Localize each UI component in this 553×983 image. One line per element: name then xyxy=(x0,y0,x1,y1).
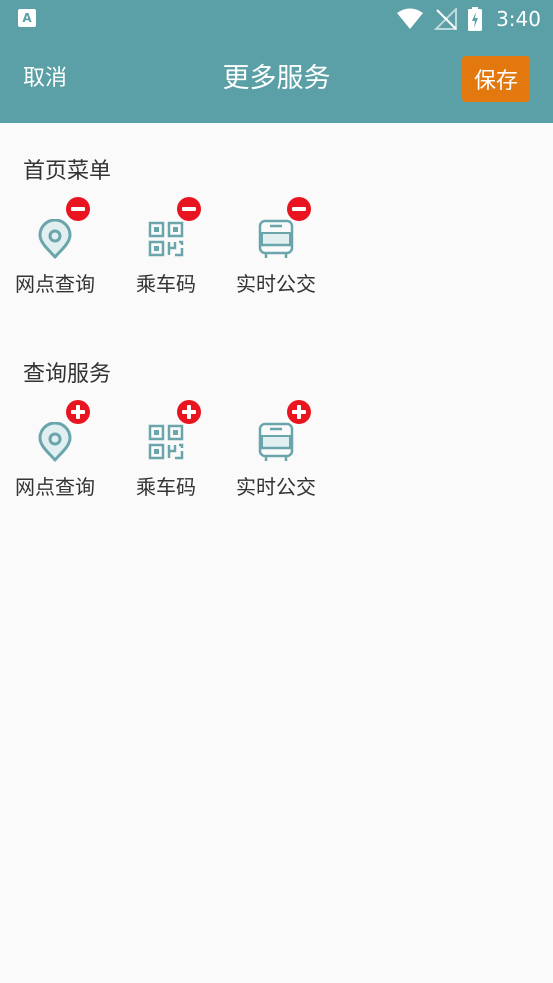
section-title: 查询服务 xyxy=(23,362,112,387)
query-item-realtime-bus[interactable]: 实时公交 xyxy=(221,400,331,510)
item-label: 网点查询 xyxy=(15,272,95,296)
home-menu-item-ride-code[interactable]: 乘车码 xyxy=(111,197,221,307)
status-bar: A 3:40 xyxy=(0,0,553,38)
query-item-outlet-query[interactable]: 网点查询 xyxy=(0,400,110,510)
app-bar: 取消 更多服务 保存 xyxy=(0,38,553,123)
item-label: 实时公交 xyxy=(236,272,316,296)
save-button[interactable]: 保存 xyxy=(462,56,530,102)
home-menu-section: 首页菜单 网点查询 乘车码 实时公交 xyxy=(0,157,553,317)
bus-icon xyxy=(258,422,294,461)
item-label: 网点查询 xyxy=(15,475,95,499)
location-pin-icon xyxy=(38,219,72,259)
section-title: 首页菜单 xyxy=(23,159,112,184)
remove-badge-icon[interactable] xyxy=(177,197,201,221)
query-services-grid: 网点查询 乘车码 实时公交 xyxy=(0,400,553,510)
item-label: 乘车码 xyxy=(136,272,196,296)
add-badge-icon[interactable] xyxy=(287,400,311,424)
home-menu-item-outlet-query[interactable]: 网点查询 xyxy=(0,197,110,307)
status-time: 3:40 xyxy=(496,7,541,31)
status-right: 3:40 xyxy=(396,0,541,38)
remove-badge-icon[interactable] xyxy=(287,197,311,221)
query-item-ride-code[interactable]: 乘车码 xyxy=(111,400,221,510)
app-notification-icon: A xyxy=(18,9,36,27)
item-label: 实时公交 xyxy=(236,475,316,499)
add-badge-icon[interactable] xyxy=(66,400,90,424)
remove-badge-icon[interactable] xyxy=(66,197,90,221)
bus-icon xyxy=(258,219,294,258)
item-label: 乘车码 xyxy=(136,475,196,499)
add-badge-icon[interactable] xyxy=(177,400,201,424)
battery-charging-icon xyxy=(468,7,483,31)
home-menu-grid: 网点查询 乘车码 实时公交 xyxy=(0,197,553,307)
qr-code-icon xyxy=(148,424,184,460)
home-menu-item-realtime-bus[interactable]: 实时公交 xyxy=(221,197,331,307)
location-pin-icon xyxy=(38,422,72,462)
no-signal-icon xyxy=(434,8,458,30)
svg-text:A: A xyxy=(22,11,32,25)
query-services-section: 查询服务 网点查询 乘车码 实时公交 xyxy=(0,360,553,520)
qr-code-icon xyxy=(148,221,184,257)
wifi-icon xyxy=(397,8,424,29)
